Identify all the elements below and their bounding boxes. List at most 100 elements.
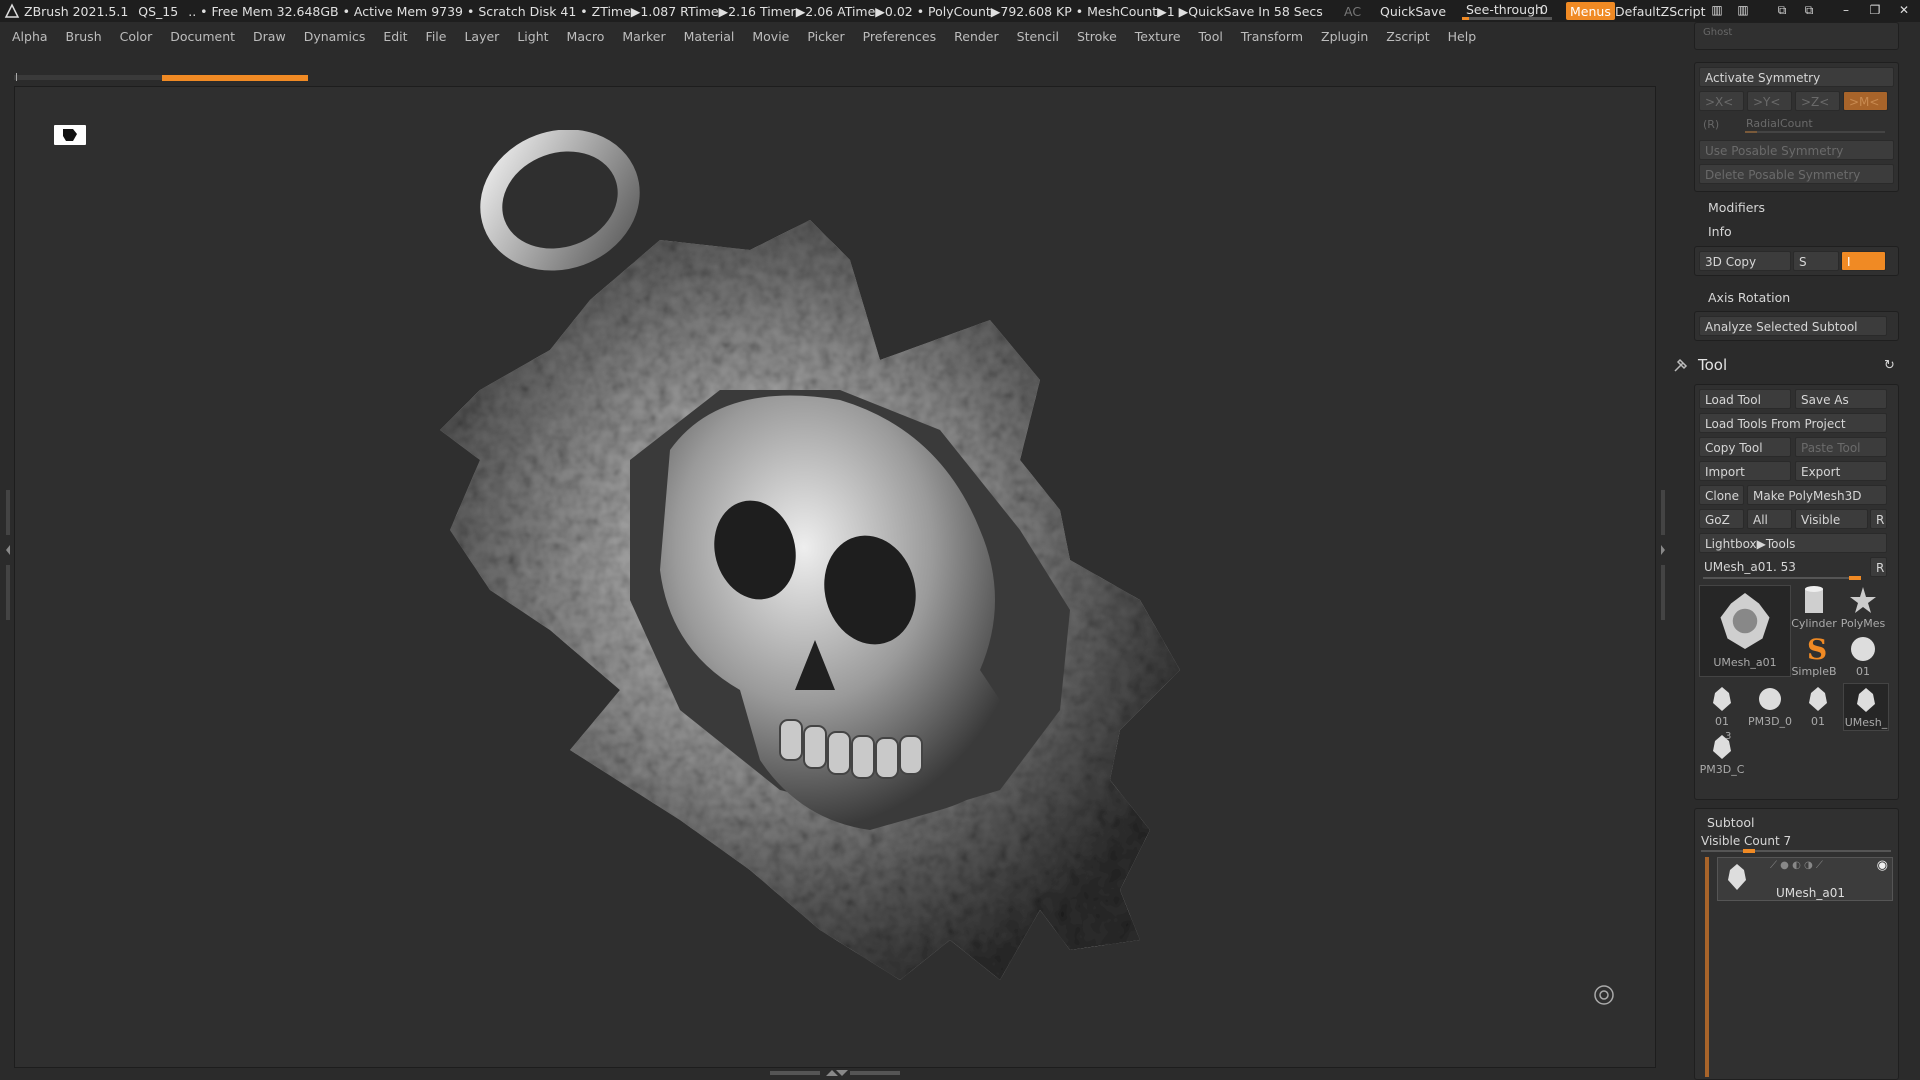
menu-item-document[interactable]: Document (170, 29, 235, 44)
svg-text:S: S (1807, 633, 1827, 665)
menu-item-movie[interactable]: Movie (752, 29, 789, 44)
tool-thumb-polymesh[interactable]: PolyMes (1839, 585, 1887, 631)
close-icon[interactable]: ✕ (1895, 3, 1913, 19)
quicksave-button[interactable]: QuickSave (1380, 0, 1446, 22)
export-button[interactable]: Export (1795, 461, 1887, 481)
window-tile-2-icon[interactable]: ⧉ (1800, 3, 1818, 19)
symmetry-y-button[interactable]: >Y< (1747, 91, 1792, 111)
tool-hammer-icon[interactable] (1672, 358, 1688, 374)
symmetry-m-button[interactable]: >M< (1843, 91, 1888, 111)
subtool-item[interactable]: UMesh_a01 ⟋ ● ◐ ◑ ⟋ ◉ (1717, 857, 1893, 901)
delete-posable-symmetry-button[interactable]: Delete Posable Symmetry (1699, 164, 1894, 184)
pendant-small-icon (1713, 735, 1731, 759)
current-tool-r-button[interactable]: R (1870, 557, 1887, 577)
menu-item-file[interactable]: File (426, 29, 447, 44)
tool-thumb-pm3d-c[interactable]: 3 PM3D_C (1699, 731, 1745, 777)
menu-item-zscript[interactable]: Zscript (1386, 29, 1429, 44)
menu-item-preferences[interactable]: Preferences (863, 29, 937, 44)
bottom-tray-handle-icon[interactable] (770, 1069, 900, 1077)
subtool-scrollbar[interactable] (1705, 857, 1709, 1077)
goz-r-button[interactable]: R (1870, 509, 1887, 529)
gyro-icon[interactable] (1593, 984, 1615, 1006)
paste-tool-button[interactable]: Paste Tool (1795, 437, 1887, 457)
menu-item-stencil[interactable]: Stencil (1017, 29, 1059, 44)
copy3d-s-button[interactable]: S (1793, 251, 1839, 271)
pendant-round-icon (1759, 688, 1781, 710)
info-header[interactable]: Info (1708, 224, 1732, 239)
menu-item-picker[interactable]: Picker (807, 29, 844, 44)
axis-rotation-header[interactable]: Axis Rotation (1708, 290, 1790, 305)
tool-thumb-01b[interactable]: 01 (1699, 683, 1745, 729)
simple-brush-icon: S (1807, 633, 1827, 665)
right-tray-handle-icon[interactable] (1660, 490, 1666, 620)
import-button[interactable]: Import (1699, 461, 1791, 481)
see-through-track (1462, 17, 1552, 20)
menu-item-zplugin[interactable]: Zplugin (1321, 29, 1368, 44)
tool-thumb-01a[interactable]: 01 (1839, 633, 1887, 679)
symmetry-x-button[interactable]: >X< (1699, 91, 1744, 111)
tool-palette-reset-icon[interactable]: ↻ (1884, 358, 1895, 373)
brush-cursor-icon (54, 125, 86, 145)
modifiers-header[interactable]: Modifiers (1708, 200, 1765, 215)
goz-all-button[interactable]: All (1747, 509, 1792, 529)
menu-item-draw[interactable]: Draw (253, 29, 286, 44)
subtool-title[interactable]: Subtool (1707, 815, 1754, 830)
load-tool-button[interactable]: Load Tool (1699, 389, 1791, 409)
menu-item-color[interactable]: Color (120, 29, 153, 44)
menu-item-light[interactable]: Light (517, 29, 548, 44)
goz-visible-button[interactable]: Visible (1795, 509, 1868, 529)
window-tile-icon[interactable]: ⧉ (1773, 3, 1791, 19)
activate-symmetry-button[interactable]: Activate Symmetry (1699, 67, 1894, 87)
menu-item-layer[interactable]: Layer (464, 29, 499, 44)
tool-palette-title[interactable]: Tool (1698, 356, 1727, 374)
menus-toggle-button[interactable]: Menus (1566, 2, 1615, 20)
see-through-slider[interactable]: See-through 0 (1462, 0, 1554, 22)
menu-item-transform[interactable]: Transform (1241, 29, 1303, 44)
clone-button[interactable]: Clone (1699, 485, 1744, 505)
left-tray-handle-icon[interactable] (5, 490, 11, 620)
lightbox-tools-button[interactable]: Lightbox▶Tools (1699, 533, 1887, 553)
use-posable-symmetry-button[interactable]: Use Posable Symmetry (1699, 140, 1894, 160)
symmetry-panel: Activate Symmetry >X< >Y< >Z< >M< (R) Ra… (1694, 62, 1899, 192)
app-version: ZBrush 2021.5.1 (24, 3, 129, 19)
menu-item-stroke[interactable]: Stroke (1077, 29, 1117, 44)
menu-item-material[interactable]: Material (684, 29, 735, 44)
load-tools-from-project-button[interactable]: Load Tools From Project (1699, 413, 1887, 433)
menu-item-edit[interactable]: Edit (383, 29, 407, 44)
symmetry-z-button[interactable]: >Z< (1795, 91, 1840, 111)
default-zscript-button[interactable]: DefaultZScript (1615, 0, 1706, 22)
goz-button[interactable]: GoZ (1699, 509, 1744, 529)
tool-thumb-simpleb[interactable]: S SimpleB (1791, 633, 1837, 679)
subtool-visibility-eye-icon[interactable]: ◉ (1877, 858, 1888, 873)
tool-thumb-pm3d[interactable]: PM3D_0 (1747, 683, 1793, 729)
tool-thumb-label: 01 (1811, 715, 1825, 728)
copy3d-i-button[interactable]: I (1841, 251, 1886, 271)
current-tool-slider[interactable]: UMesh_a01. 53 (1699, 557, 1863, 577)
menu-item-marker[interactable]: Marker (622, 29, 665, 44)
tool-thumb-umesh-small[interactable]: UMesh_ (1843, 683, 1889, 731)
layout-2-icon[interactable]: ▥ (1734, 3, 1752, 19)
make-polymesh3d-button[interactable]: Make PolyMesh3D (1747, 485, 1887, 505)
see-through-value: 0 (1540, 2, 1548, 17)
tool-thumb-cylinder[interactable]: Cylinder (1791, 585, 1837, 631)
subtool-item-controls-icon[interactable]: ⟋ ● ◐ ◑ ⟋ (1770, 860, 1823, 871)
tool-thumb-umesh[interactable]: UMesh_a01 (1699, 585, 1791, 677)
menu-item-dynamics[interactable]: Dynamics (304, 29, 366, 44)
menu-item-macro[interactable]: Macro (567, 29, 605, 44)
visible-count-slider[interactable]: Visible Count 7 (1701, 834, 1791, 848)
menu-item-help[interactable]: Help (1448, 29, 1477, 44)
menu-item-alpha[interactable]: Alpha (12, 29, 48, 44)
layout-1-icon[interactable]: ▥ (1708, 3, 1726, 19)
star-icon (1850, 587, 1876, 613)
tool-thumb-01c[interactable]: 01 (1795, 683, 1841, 729)
menu-item-texture[interactable]: Texture (1135, 29, 1181, 44)
copy-tool-button[interactable]: Copy Tool (1699, 437, 1791, 457)
save-as-button[interactable]: Save As (1795, 389, 1887, 409)
copy3d-button[interactable]: 3D Copy (1699, 251, 1791, 271)
analyze-selected-subtool-button[interactable]: Analyze Selected Subtool (1699, 316, 1887, 336)
menu-item-render[interactable]: Render (954, 29, 999, 44)
menu-item-tool[interactable]: Tool (1199, 29, 1223, 44)
minimize-icon[interactable]: – (1837, 3, 1855, 19)
menu-item-brush[interactable]: Brush (66, 29, 102, 44)
restore-icon[interactable]: ❐ (1866, 3, 1884, 19)
